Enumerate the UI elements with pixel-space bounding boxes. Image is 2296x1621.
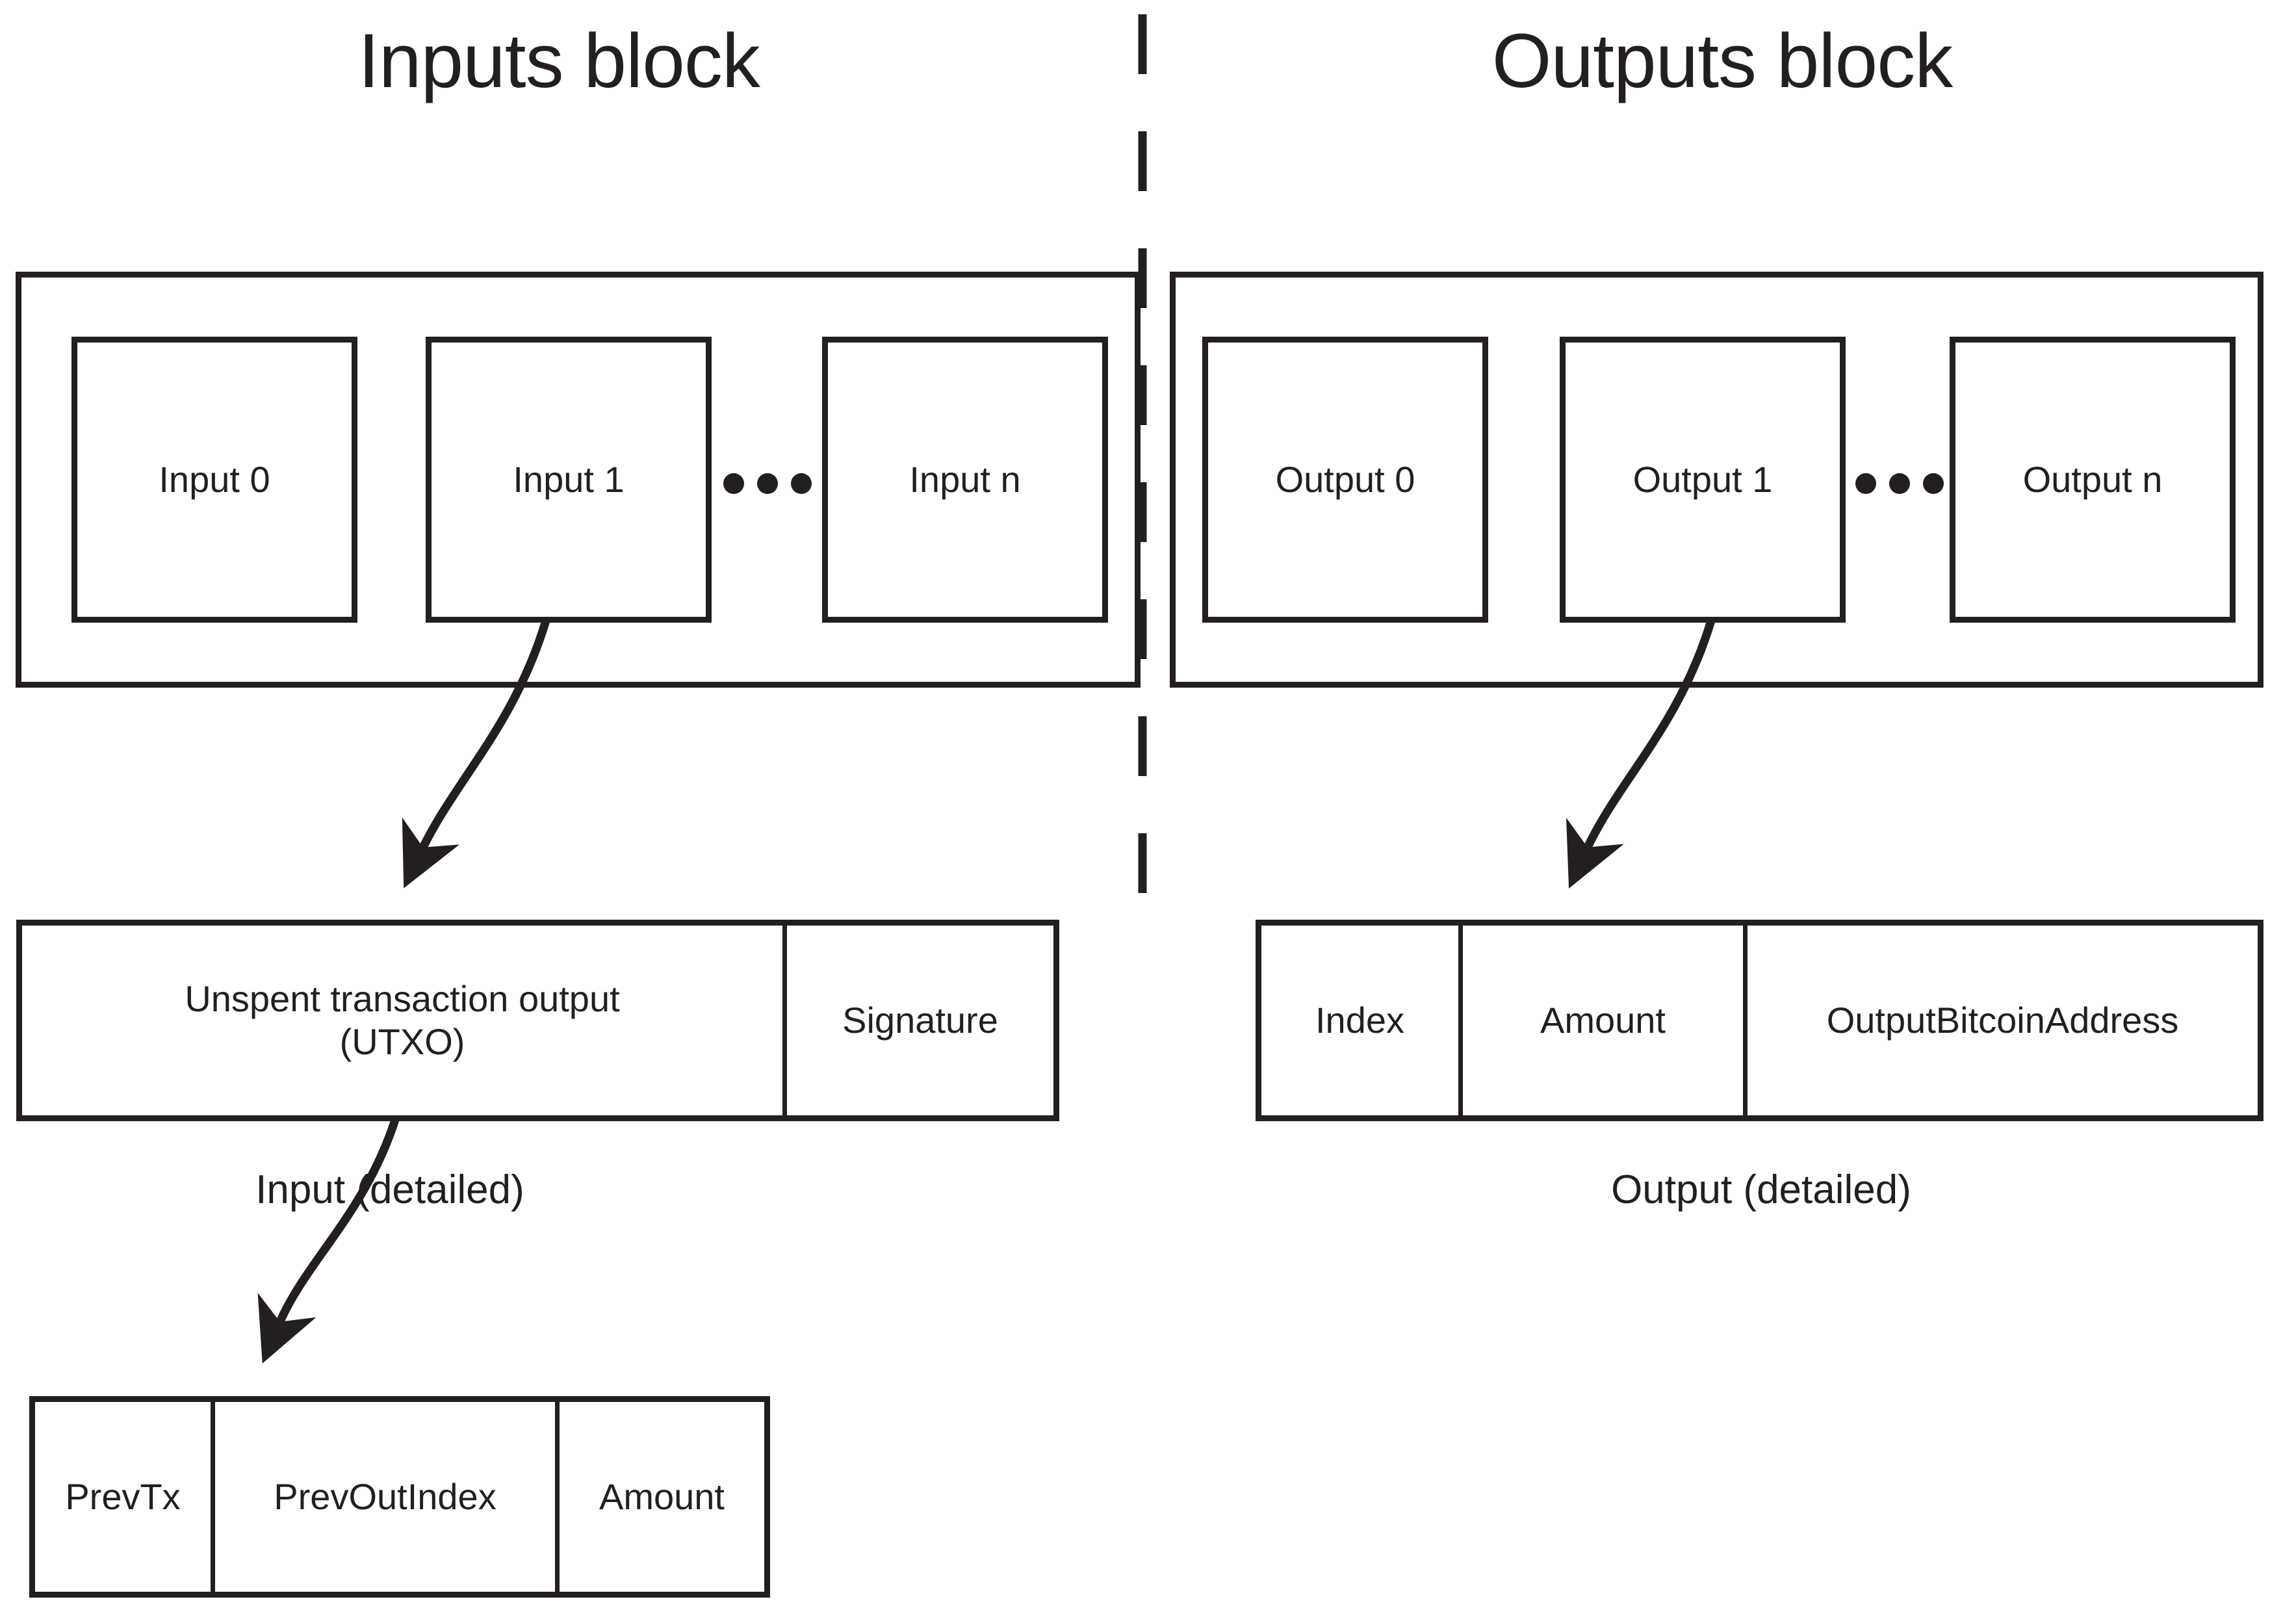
ellipsis-dot (1855, 473, 1876, 494)
output-detail-cell-amount[interactable]: Amount (1458, 926, 1743, 1115)
input-detail-cell-signature[interactable]: Signature (782, 926, 1053, 1115)
input-detailed-caption: Input (detailed) (255, 1167, 524, 1212)
input-detailed-row: Unspent transaction output (UTXO) Signat… (16, 920, 1059, 1121)
connector-overlay (257, 14, 1716, 1364)
utxo-detail-cell-prevoutindex[interactable]: PrevOutIndex (211, 1402, 555, 1592)
utxo-label-line2: (UTXO) (339, 1021, 465, 1062)
output-box-1[interactable]: Output 1 (1560, 337, 1846, 623)
output-detailed-caption: Output (detailed) (1611, 1167, 1911, 1212)
amount-label: Amount (1540, 999, 1666, 1041)
input-box-1[interactable]: Input 1 (426, 337, 712, 623)
utxo-label-line1: Unspent transaction output (185, 978, 620, 1019)
outputs-block-title: Outputs block (1491, 18, 1953, 104)
output-detailed-row: Index Amount OutputBitcoinAddress (1256, 920, 2264, 1121)
output-box-n-label: Output n (2022, 459, 2163, 500)
ellipsis-dot (723, 473, 744, 494)
output-detail-cell-index[interactable]: Index (1261, 926, 1458, 1115)
ellipsis-dot (757, 473, 778, 494)
signature-label: Signature (842, 999, 998, 1041)
diagram-canvas: Inputs block Outputs block Input 0 Input… (0, 0, 2296, 1621)
output-box-0-label: Output 0 (1275, 459, 1415, 500)
output-box-0[interactable]: Output 0 (1202, 337, 1488, 623)
output-box-1-label: Output 1 (1632, 459, 1773, 500)
utxo-detail-cell-amount[interactable]: Amount (555, 1402, 764, 1592)
output-detail-cell-address[interactable]: OutputBitcoinAddress (1743, 926, 2258, 1115)
inputs-ellipsis-icon (723, 473, 812, 494)
utxo-amount-label: Amount (599, 1475, 725, 1517)
arrow-utxo-to-utxo-detail (257, 1118, 400, 1364)
output-bitcoin-address-label: OutputBitcoinAddress (1826, 999, 2179, 1041)
output-box-n[interactable]: Output n (1950, 337, 2236, 623)
index-label: Index (1315, 999, 1404, 1041)
prevtx-label: PrevTx (65, 1475, 181, 1517)
prevoutindex-label: PrevOutIndex (274, 1475, 497, 1517)
input-box-0-label: Input 0 (159, 459, 270, 500)
input-box-n[interactable]: Input n (822, 337, 1108, 623)
inputs-block-title: Inputs block (358, 18, 760, 104)
ellipsis-dot (1923, 473, 1944, 494)
ellipsis-dot (1889, 473, 1910, 494)
ellipsis-dot (791, 473, 812, 494)
outputs-ellipsis-icon (1855, 473, 1944, 494)
input-detail-cell-utxo[interactable]: Unspent transaction output (UTXO) (22, 926, 782, 1115)
utxo-detail-cell-prevtx[interactable]: PrevTx (35, 1402, 211, 1592)
input-box-0[interactable]: Input 0 (71, 337, 357, 623)
input-box-n-label: Input n (909, 459, 1021, 500)
input-box-1-label: Input 1 (513, 459, 625, 500)
utxo-detailed-row: PrevTx PrevOutIndex Amount (29, 1396, 770, 1598)
